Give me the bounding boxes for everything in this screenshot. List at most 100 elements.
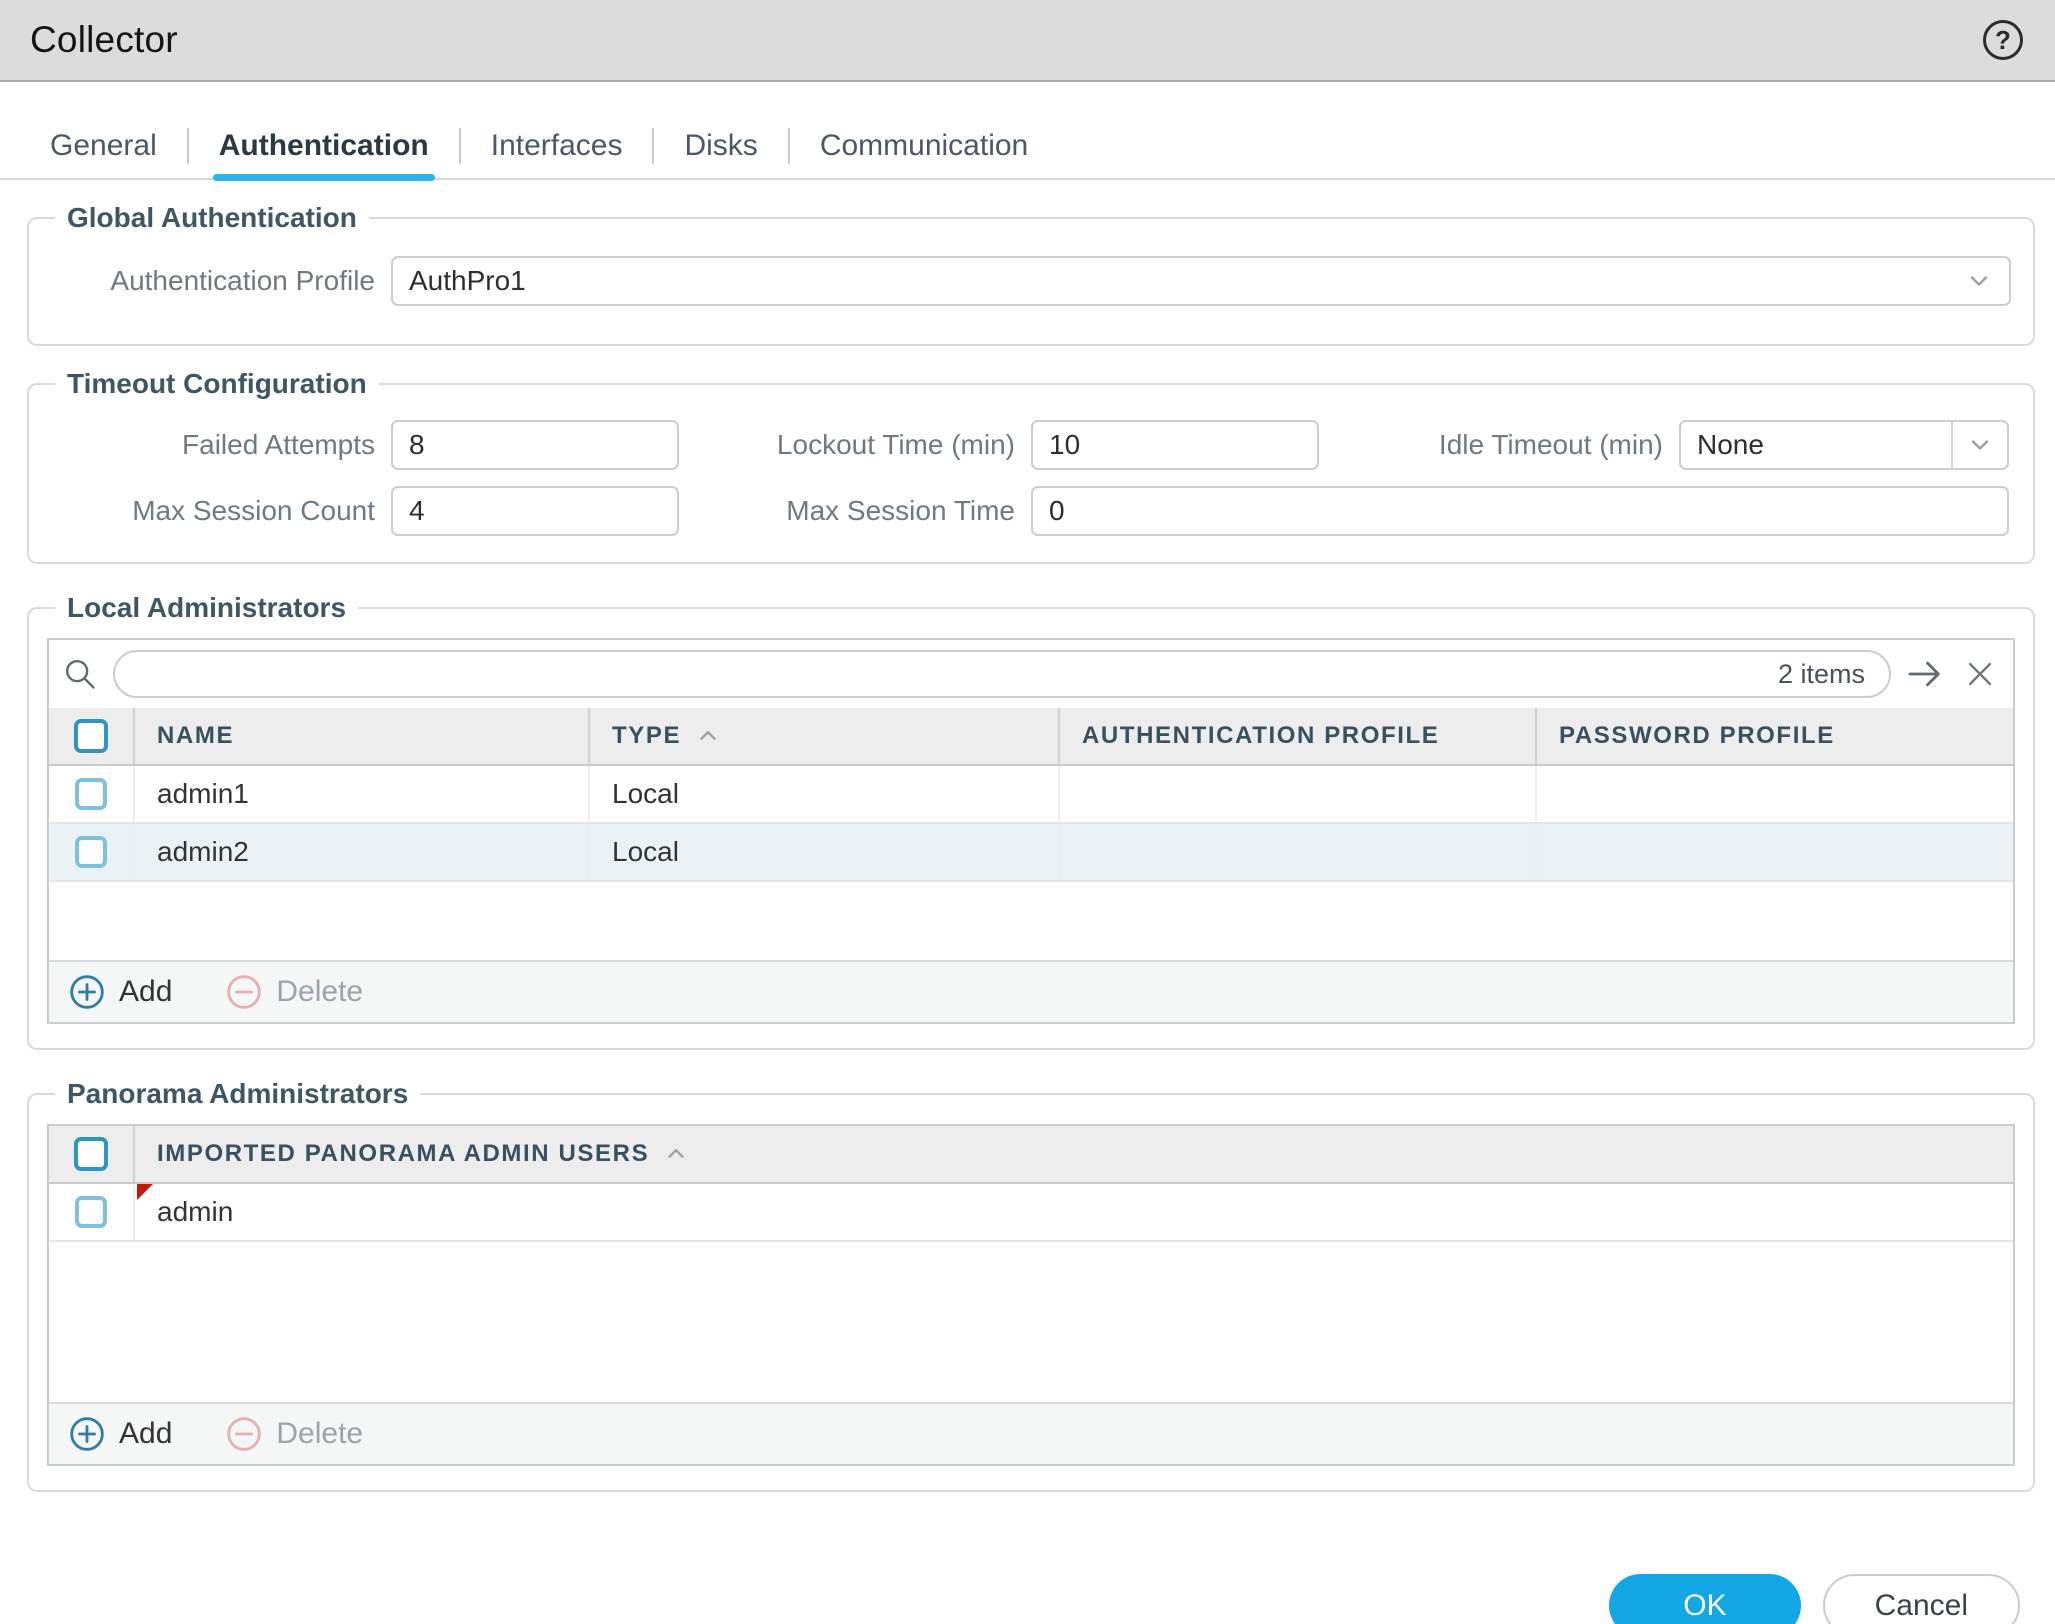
add-button[interactable]: Add xyxy=(67,972,172,1012)
cell-type: Local xyxy=(588,766,1058,822)
tab-general-label: General xyxy=(50,129,157,162)
search-input[interactable] xyxy=(135,658,1778,690)
row-checkbox-cell xyxy=(49,1184,133,1240)
local-administrators-section: Local Administrators 2 items NAME TYPE A… xyxy=(27,592,2035,1050)
active-tab-indicator xyxy=(212,174,435,181)
select-all-cell xyxy=(49,1126,133,1182)
table-row[interactable]: admin2 Local xyxy=(49,824,2013,882)
cancel-button[interactable]: Cancel xyxy=(1822,1574,2020,1624)
failed-attempts-input[interactable] xyxy=(391,420,679,470)
column-header-password-profile-label: PASSWORD PROFILE xyxy=(1559,722,1835,749)
tab-authentication[interactable]: Authentication xyxy=(189,114,459,181)
idle-timeout-select[interactable]: None xyxy=(1679,420,2009,470)
add-button-label: Add xyxy=(119,1417,173,1450)
authentication-profile-label: Authentication Profile xyxy=(110,265,375,296)
cell-name: admin1 xyxy=(133,766,588,822)
local-administrators-legend: Local Administrators xyxy=(67,592,347,623)
max-session-count-input[interactable] xyxy=(391,486,679,536)
empty-table-area xyxy=(49,1242,2013,1402)
delete-button-label: Delete xyxy=(276,1417,364,1450)
row-checkbox[interactable] xyxy=(75,778,107,810)
timeout-configuration-section: Timeout Configuration Failed Attempts Lo… xyxy=(27,368,2035,564)
panorama-administrators-table: IMPORTED PANORAMA ADMIN USERS admin Add xyxy=(47,1124,2015,1466)
tab-interfaces-label: Interfaces xyxy=(490,129,623,162)
row-checkbox-cell xyxy=(49,824,133,880)
cell-password-profile xyxy=(1535,766,2013,822)
tab-disks[interactable]: Disks xyxy=(654,114,787,178)
ok-button[interactable]: OK xyxy=(1609,1574,1801,1624)
column-header-name[interactable]: NAME xyxy=(133,708,588,764)
add-button-label: Add xyxy=(119,975,173,1008)
apply-filter-arrow-icon[interactable] xyxy=(1901,654,1949,694)
idle-timeout-label: Idle Timeout (min) xyxy=(1438,429,1663,460)
cell-password-profile xyxy=(1535,824,2013,880)
column-header-password-profile[interactable]: PASSWORD PROFILE xyxy=(1535,708,2013,764)
chevron-down-icon xyxy=(1951,422,2007,468)
column-header-imported-panorama-admin-users-label: IMPORTED PANORAMA ADMIN USERS xyxy=(157,1140,650,1167)
global-authentication-legend: Global Authentication xyxy=(67,202,357,233)
max-session-count-label: Max Session Count xyxy=(132,495,375,526)
idle-timeout-value: None xyxy=(1697,429,1764,460)
panorama-administrators-section: Panorama Administrators IMPORTED PANORAM… xyxy=(27,1078,2035,1492)
clear-filter-x-icon[interactable] xyxy=(1959,657,2001,691)
column-header-authentication-profile[interactable]: AUTHENTICATION PROFILE xyxy=(1058,708,1535,764)
select-all-cell xyxy=(49,708,133,764)
tab-interfaces[interactable]: Interfaces xyxy=(461,114,653,178)
search-field: 2 items xyxy=(113,650,1891,698)
dialog-titlebar: Collector ? xyxy=(0,0,2055,82)
max-session-time-input[interactable] xyxy=(1031,486,2009,536)
authentication-profile-select[interactable]: AuthPro1 xyxy=(391,256,2011,306)
tab-communication[interactable]: Communication xyxy=(790,114,1058,178)
table-row[interactable]: admin1 Local xyxy=(49,766,2013,824)
search-icon xyxy=(57,655,103,693)
tab-communication-label: Communication xyxy=(819,129,1029,162)
column-header-authentication-profile-label: AUTHENTICATION PROFILE xyxy=(1082,722,1440,749)
chevron-down-icon xyxy=(1953,267,1993,295)
global-authentication-section: Global Authentication Authentication Pro… xyxy=(27,202,2035,346)
circle-plus-icon xyxy=(70,1417,104,1451)
lockout-time-input[interactable] xyxy=(1031,420,1319,470)
authentication-tab-panel: Global Authentication Authentication Pro… xyxy=(0,202,2055,1624)
delete-button-label: Delete xyxy=(276,975,364,1008)
circle-plus-icon xyxy=(70,975,104,1009)
items-count-badge: 2 items xyxy=(1777,658,1865,689)
dialog-title: Collector xyxy=(30,19,178,60)
row-checkbox[interactable] xyxy=(75,836,107,868)
panorama-administrators-legend: Panorama Administrators xyxy=(67,1078,409,1109)
timeout-configuration-legend: Timeout Configuration xyxy=(67,368,367,399)
modified-flag-icon xyxy=(137,1184,153,1200)
authentication-profile-value: AuthPro1 xyxy=(409,265,526,296)
delete-button[interactable]: Delete xyxy=(224,1414,363,1454)
cell-name: admin2 xyxy=(133,824,588,880)
table-header-row: NAME TYPE AUTHENTICATION PROFILE PASSWOR… xyxy=(49,708,2013,766)
row-checkbox[interactable] xyxy=(75,1196,107,1228)
sort-ascending-icon xyxy=(668,1149,684,1158)
tab-general[interactable]: General xyxy=(20,114,187,178)
max-session-time-label: Max Session Time xyxy=(786,495,1015,526)
local-administrators-table: 2 items NAME TYPE AUTHENTICATION PROFILE… xyxy=(47,638,2015,1024)
tab-authentication-label: Authentication xyxy=(218,129,429,162)
column-header-type[interactable]: TYPE xyxy=(588,708,1058,764)
tab-disks-label: Disks xyxy=(684,129,758,162)
dialog-footer: OK Cancel xyxy=(0,1574,2020,1624)
column-header-imported-panorama-admin-users[interactable]: IMPORTED PANORAMA ADMIN USERS xyxy=(133,1126,2013,1182)
cell-imported-admin-user: admin xyxy=(133,1184,2013,1240)
select-all-checkbox[interactable] xyxy=(74,719,108,753)
select-all-checkbox[interactable] xyxy=(74,1137,108,1171)
empty-table-area xyxy=(49,882,2013,960)
column-header-type-label: TYPE xyxy=(612,722,682,749)
add-button[interactable]: Add xyxy=(67,1414,172,1454)
failed-attempts-label: Failed Attempts xyxy=(182,429,375,460)
sort-ascending-icon xyxy=(700,731,716,740)
help-icon[interactable]: ? xyxy=(1983,20,2023,60)
table-row[interactable]: admin xyxy=(49,1184,2013,1242)
column-header-name-label: NAME xyxy=(157,722,235,749)
circle-minus-icon xyxy=(227,1417,262,1451)
cell-imported-admin-user-label: admin xyxy=(157,1196,234,1227)
cell-authentication-profile xyxy=(1058,766,1535,822)
cell-authentication-profile xyxy=(1058,824,1535,880)
delete-button[interactable]: Delete xyxy=(224,972,363,1012)
row-checkbox-cell xyxy=(49,766,133,822)
table-header-row: IMPORTED PANORAMA ADMIN USERS xyxy=(49,1126,2013,1184)
table-toolbar: 2 items xyxy=(49,640,2013,708)
